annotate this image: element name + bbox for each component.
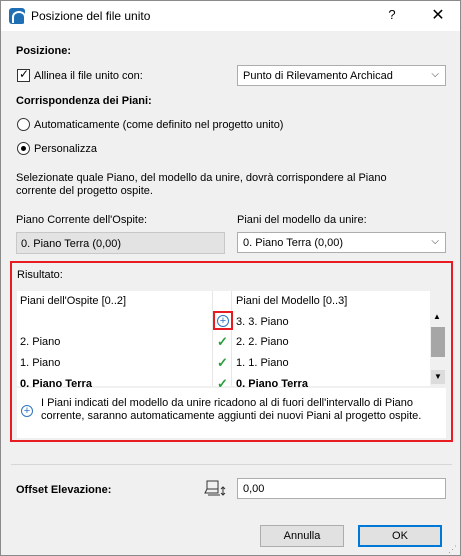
model-story-value: 0. Piano Terra (0,00) <box>243 237 344 249</box>
merged-file-position-dialog: Posizione del file unito ? ✕ Posizione: … <box>0 0 461 556</box>
checkmark-icon: ✓ <box>217 334 228 349</box>
title-bar: Posizione del file unito ? ✕ <box>1 1 460 31</box>
resize-grip-icon[interactable]: ⋰ <box>448 544 457 555</box>
model-story-dropdown[interactable]: 0. Piano Terra (0,00) ⌵ <box>237 232 446 253</box>
offset-elevation-value: 0,00 <box>243 483 265 495</box>
radio-custom-label: Personalizza <box>34 143 97 155</box>
checkmark-icon: ✓ <box>19 67 30 81</box>
add-story-button[interactable]: + <box>213 311 233 330</box>
close-button[interactable]: ✕ <box>428 5 448 25</box>
chevron-down-icon: ⌵ <box>431 236 439 247</box>
help-button[interactable]: ? <box>384 7 400 22</box>
host-story-label: Piano Corrente dell'Ospite: <box>16 214 148 226</box>
radio-automatic[interactable] <box>17 118 30 131</box>
description-line-1: Selezionate quale Piano, del modello da … <box>16 172 387 184</box>
radio-custom[interactable] <box>17 142 30 155</box>
story-matching-heading: Corrispondenza dei Piani: <box>16 95 152 107</box>
table-row-2-model: 1. 1. Piano <box>236 357 289 369</box>
model-story-label: Piani del modello da unire: <box>237 214 367 226</box>
column-header-host: Piani dell'Ospite [0..2] <box>20 295 127 307</box>
info-text: I Piani indicati del modello da unire ri… <box>41 397 422 422</box>
table-row-1-host: 2. Piano <box>20 336 61 348</box>
scroll-up-icon[interactable]: ▲ <box>433 312 441 321</box>
align-checkbox-label: Allinea il file unito con: <box>34 70 143 82</box>
align-target-value: Punto di Rilevamento Archicad <box>243 70 393 82</box>
position-heading: Posizione: <box>16 45 72 57</box>
offset-elevation-label: Offset Elevazione: <box>16 484 112 496</box>
table-row-0-model: 3. 3. Piano <box>236 316 289 328</box>
scroll-down-icon[interactable]: ▼ <box>431 370 445 384</box>
plus-circle-icon: + <box>21 405 33 417</box>
align-checkbox[interactable]: ✓ <box>17 67 30 82</box>
table-row-1-model: 2. 2. Piano <box>236 336 289 348</box>
description-line-2: corrente del progetto ospite. <box>16 185 153 197</box>
plus-circle-icon: + <box>217 315 229 327</box>
host-story-field: 0. Piano Terra (0,00) <box>16 232 225 254</box>
column-header-model: Piani del Modello [0..3] <box>236 295 348 307</box>
radio-automatic-label: Automaticamente (come definito nel proge… <box>34 119 284 131</box>
scroll-thumb[interactable] <box>431 327 445 357</box>
info-panel: + I Piani indicati del modello da unire … <box>17 388 446 438</box>
divider <box>11 464 452 465</box>
host-story-value: 0. Piano Terra (0,00) <box>21 238 122 250</box>
chevron-down-icon: ⌵ <box>431 69 439 80</box>
result-heading: Risultato: <box>17 269 63 281</box>
cancel-button[interactable]: Annulla <box>260 525 344 547</box>
elevation-offset-icon <box>204 480 226 496</box>
radio-selected-dot <box>21 146 26 151</box>
story-mapping-table: Piani dell'Ospite [0..2] Piani del Model… <box>17 291 446 391</box>
offset-elevation-input[interactable]: 0,00 <box>237 478 446 499</box>
table-scrollbar[interactable]: ▲ ▼ <box>430 291 446 386</box>
checkmark-icon: ✓ <box>217 355 228 370</box>
archicad-icon <box>9 8 26 24</box>
table-row-2-host: 1. Piano <box>20 357 61 369</box>
align-target-dropdown[interactable]: Punto di Rilevamento Archicad ⌵ <box>237 65 446 86</box>
ok-button[interactable]: OK <box>358 525 442 547</box>
window-title: Posizione del file unito <box>31 9 151 23</box>
